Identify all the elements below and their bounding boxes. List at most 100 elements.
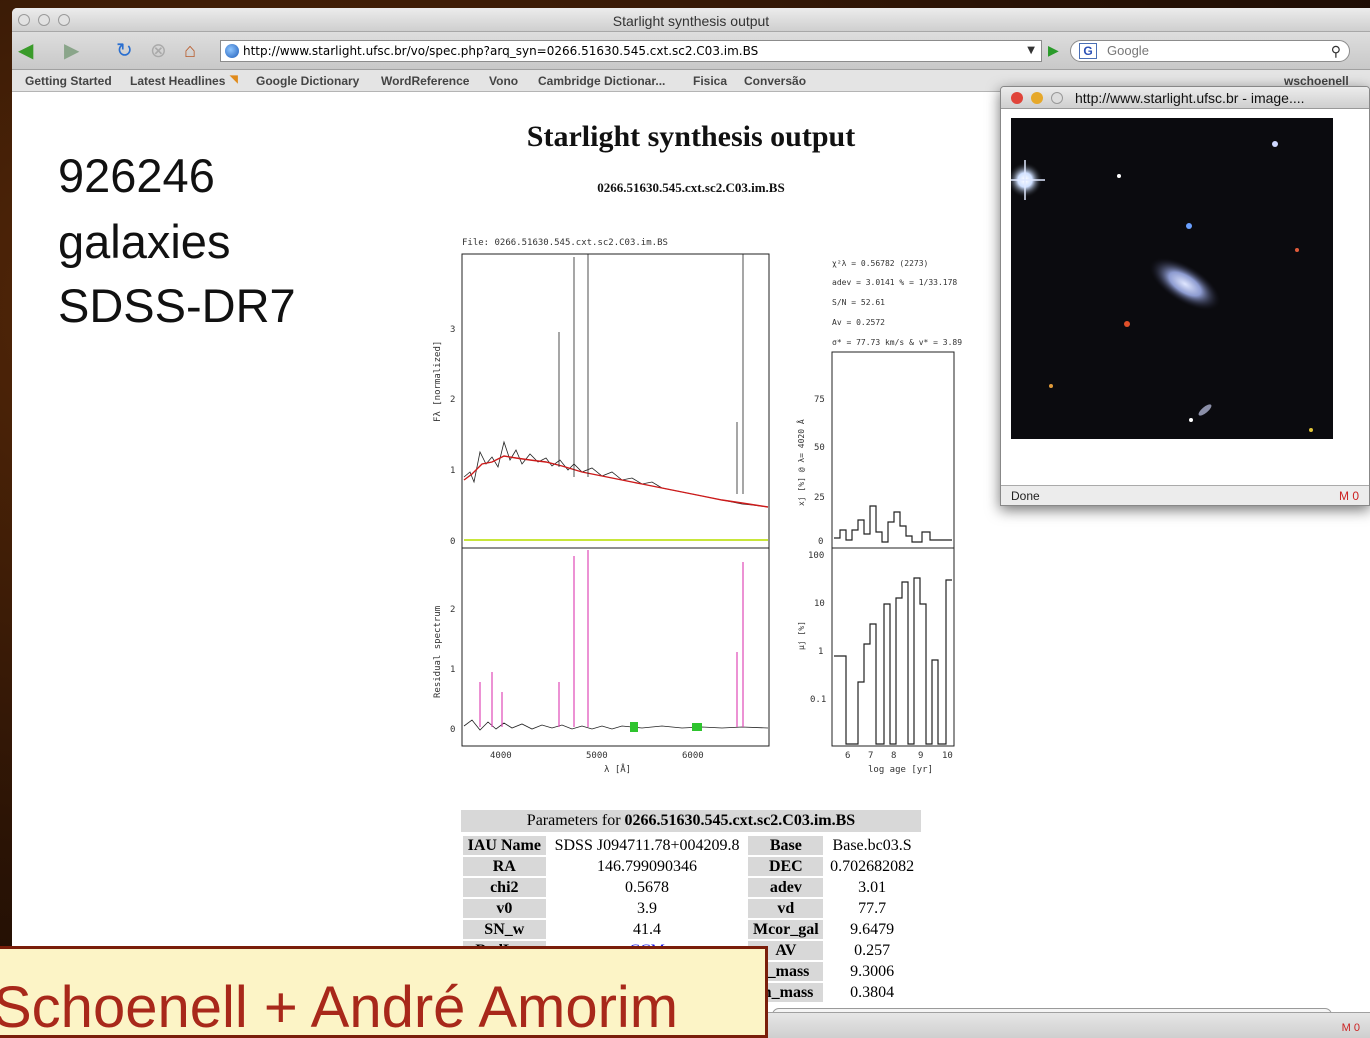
svg-text:1: 1 [818,647,823,657]
residual-panel-frame [461,547,770,747]
age-xlabel: log age [yr] [868,765,933,775]
light-yticks: 0 25 50 75 [814,395,825,547]
svg-text:9: 9 [918,751,923,761]
svg-text:σ* = 77.73 km/s & v* = 3.89: σ* = 77.73 km/s & v* = 3.89 [832,338,962,347]
fit-statistics: χ²λ = 0.56782 (2273) adev = 3.0141 % = 1… [832,259,962,347]
masked-region-b [692,723,702,731]
svg-text:2: 2 [450,395,455,405]
light-ylabel: xj [%] @ λ= 4020 Å [795,419,806,506]
mass-fraction-histogram [834,577,952,745]
mail-icon[interactable]: M 0 [1342,1022,1360,1034]
mass-yticks: 0.1 1 10 100 [808,551,826,705]
home-icon[interactable]: ⌂ [184,40,196,62]
address-bar-url: http://www.starlight.ufsc.br/vo/spec.php… [243,44,759,58]
spectrum-ylabel: Fλ [normalized] [433,341,443,422]
google-logo-icon[interactable]: G [1079,43,1097,59]
svg-text:0: 0 [450,725,455,735]
light-fraction-histogram [834,505,952,543]
reload-icon[interactable]: ↻ [116,40,133,62]
residual-spectrum-line [463,719,769,731]
author-names: Schoenell + André Amorim [0,975,679,1038]
popup-status-text: Done [1011,489,1040,503]
residual-yticks: 0 1 2 [450,605,455,735]
plot-file-label: File: 0266.51630.545.cxt.sc2.C03.im.BS [462,238,668,248]
window-titlebar: Starlight synthesis output [12,8,1370,32]
wavelength-xlabel: λ [Å] [604,763,631,775]
survey-label: SDSS-DR7 [58,279,296,332]
red-object-b [1295,248,1299,252]
parameters-header: Parameters for 0266.51630.545.cxt.sc2.C0… [461,810,921,832]
forward-arrow-icon[interactable]: ▶ [64,40,79,62]
spectrum-panel-frame [461,253,770,549]
galaxies-label: galaxies [58,215,231,268]
bookmark-vono[interactable]: Vono [489,74,518,88]
table-row: RA 146.799090346 DEC 0.702682082 [463,857,919,876]
bookmark-cambridge[interactable]: Cambridge Dictionar... [538,74,665,88]
svg-text:100: 100 [808,551,824,561]
svg-text:10: 10 [814,599,825,609]
spectrum-yticks: 0 1 2 3 [450,325,455,547]
globe-icon [225,44,239,58]
bookmark-wordreference[interactable]: WordReference [381,74,469,88]
observed-spectrum-line [463,440,769,508]
table-row: v0 3.9 vd 77.7 [463,899,919,918]
svg-text:10: 10 [942,751,953,761]
svg-text:6000: 6000 [682,751,704,761]
svg-text:0.1: 0.1 [810,695,826,705]
table-row: SN_w 41.4 Mcor_gal 9.6479 [463,920,919,939]
popup-mail-icon[interactable]: M 0 [1339,489,1359,503]
svg-text:S/N = 52.61: S/N = 52.61 [832,298,885,307]
orange-object [1049,384,1053,388]
image-popup-window: http://www.starlight.ufsc.br - image.... [1000,86,1370,506]
bookmark-conversao[interactable]: Conversão [744,74,806,88]
model-spectrum-line [463,455,769,508]
bookmark-google-dictionary[interactable]: Google Dictionary [256,74,359,88]
popup-titlebar: http://www.starlight.ufsc.br - image.... [1001,87,1369,109]
bookmark-fisica[interactable]: Fisica [693,74,727,88]
go-arrow-icon[interactable]: ▶ [1048,42,1066,60]
starlight-plot: File: 0266.51630.545.cxt.sc2.C03.im.BS 0… [433,238,962,775]
navigation-toolbar: ◀ ▶ ↻ ⊗ ⌂ http://www.starlight.ufsc.br/v… [12,32,1370,70]
popup-close-icon[interactable] [1011,92,1023,104]
chevron-down-icon[interactable]: ▼ [1027,41,1035,61]
age-xticks: 6 7 8 9 10 [845,751,953,761]
back-arrow-icon[interactable]: ◀ [18,40,33,62]
blue-object [1186,223,1192,229]
table-row: chi2 0.5678 adev 3.01 [463,878,919,897]
yellow-object [1309,428,1313,432]
svg-text:75: 75 [814,395,825,405]
wavelength-xticks: 4000 5000 6000 [490,751,704,761]
svg-text:0: 0 [450,537,455,547]
popup-title: http://www.starlight.ufsc.br - image.... [1075,90,1305,106]
svg-text:50: 50 [814,443,825,453]
mass-ylabel: μj [%] [797,621,806,650]
stop-icon[interactable]: ⊗ [150,40,167,62]
popup-minimize-icon[interactable] [1031,92,1043,104]
galaxy-image [1011,118,1333,439]
address-bar[interactable]: http://www.starlight.ufsc.br/vo/spec.php… [220,40,1042,62]
svg-text:4000: 4000 [490,751,512,761]
bookmark-getting-started[interactable]: Getting Started [25,74,112,88]
star-a [1272,141,1278,147]
svg-text:6: 6 [845,751,850,761]
svg-text:3: 3 [450,325,455,335]
svg-text:Av = 0.2572: Av = 0.2572 [832,318,885,327]
window-title: Starlight synthesis output [612,13,770,29]
bookmark-latest-headlines[interactable]: Latest Headlines [130,74,225,88]
popup-zoom-icon[interactable] [1051,92,1063,104]
table-row: IAU Name SDSS J094711.78+004209.8 Base Bas… [463,836,919,855]
search-input[interactable]: G Google ⚲ [1070,40,1350,62]
svg-text:25: 25 [814,493,825,503]
star-c [1189,418,1193,422]
red-object-a [1124,321,1130,327]
popup-statusbar: Done M 0 [1001,485,1369,505]
svg-text:1: 1 [450,466,455,476]
mass-fraction-panel-frame [831,547,955,747]
author-banner: Schoenell + André Amorim [0,946,768,1038]
svg-text:χ²λ = 0.56782 (2273): χ²λ = 0.56782 (2273) [832,259,928,268]
svg-text:8: 8 [891,751,896,761]
residual-ylabel: Residual spectrum [433,606,443,698]
svg-text:1: 1 [450,665,455,675]
galaxy-count: 926246 [58,149,215,202]
search-icon[interactable]: ⚲ [1331,41,1341,61]
